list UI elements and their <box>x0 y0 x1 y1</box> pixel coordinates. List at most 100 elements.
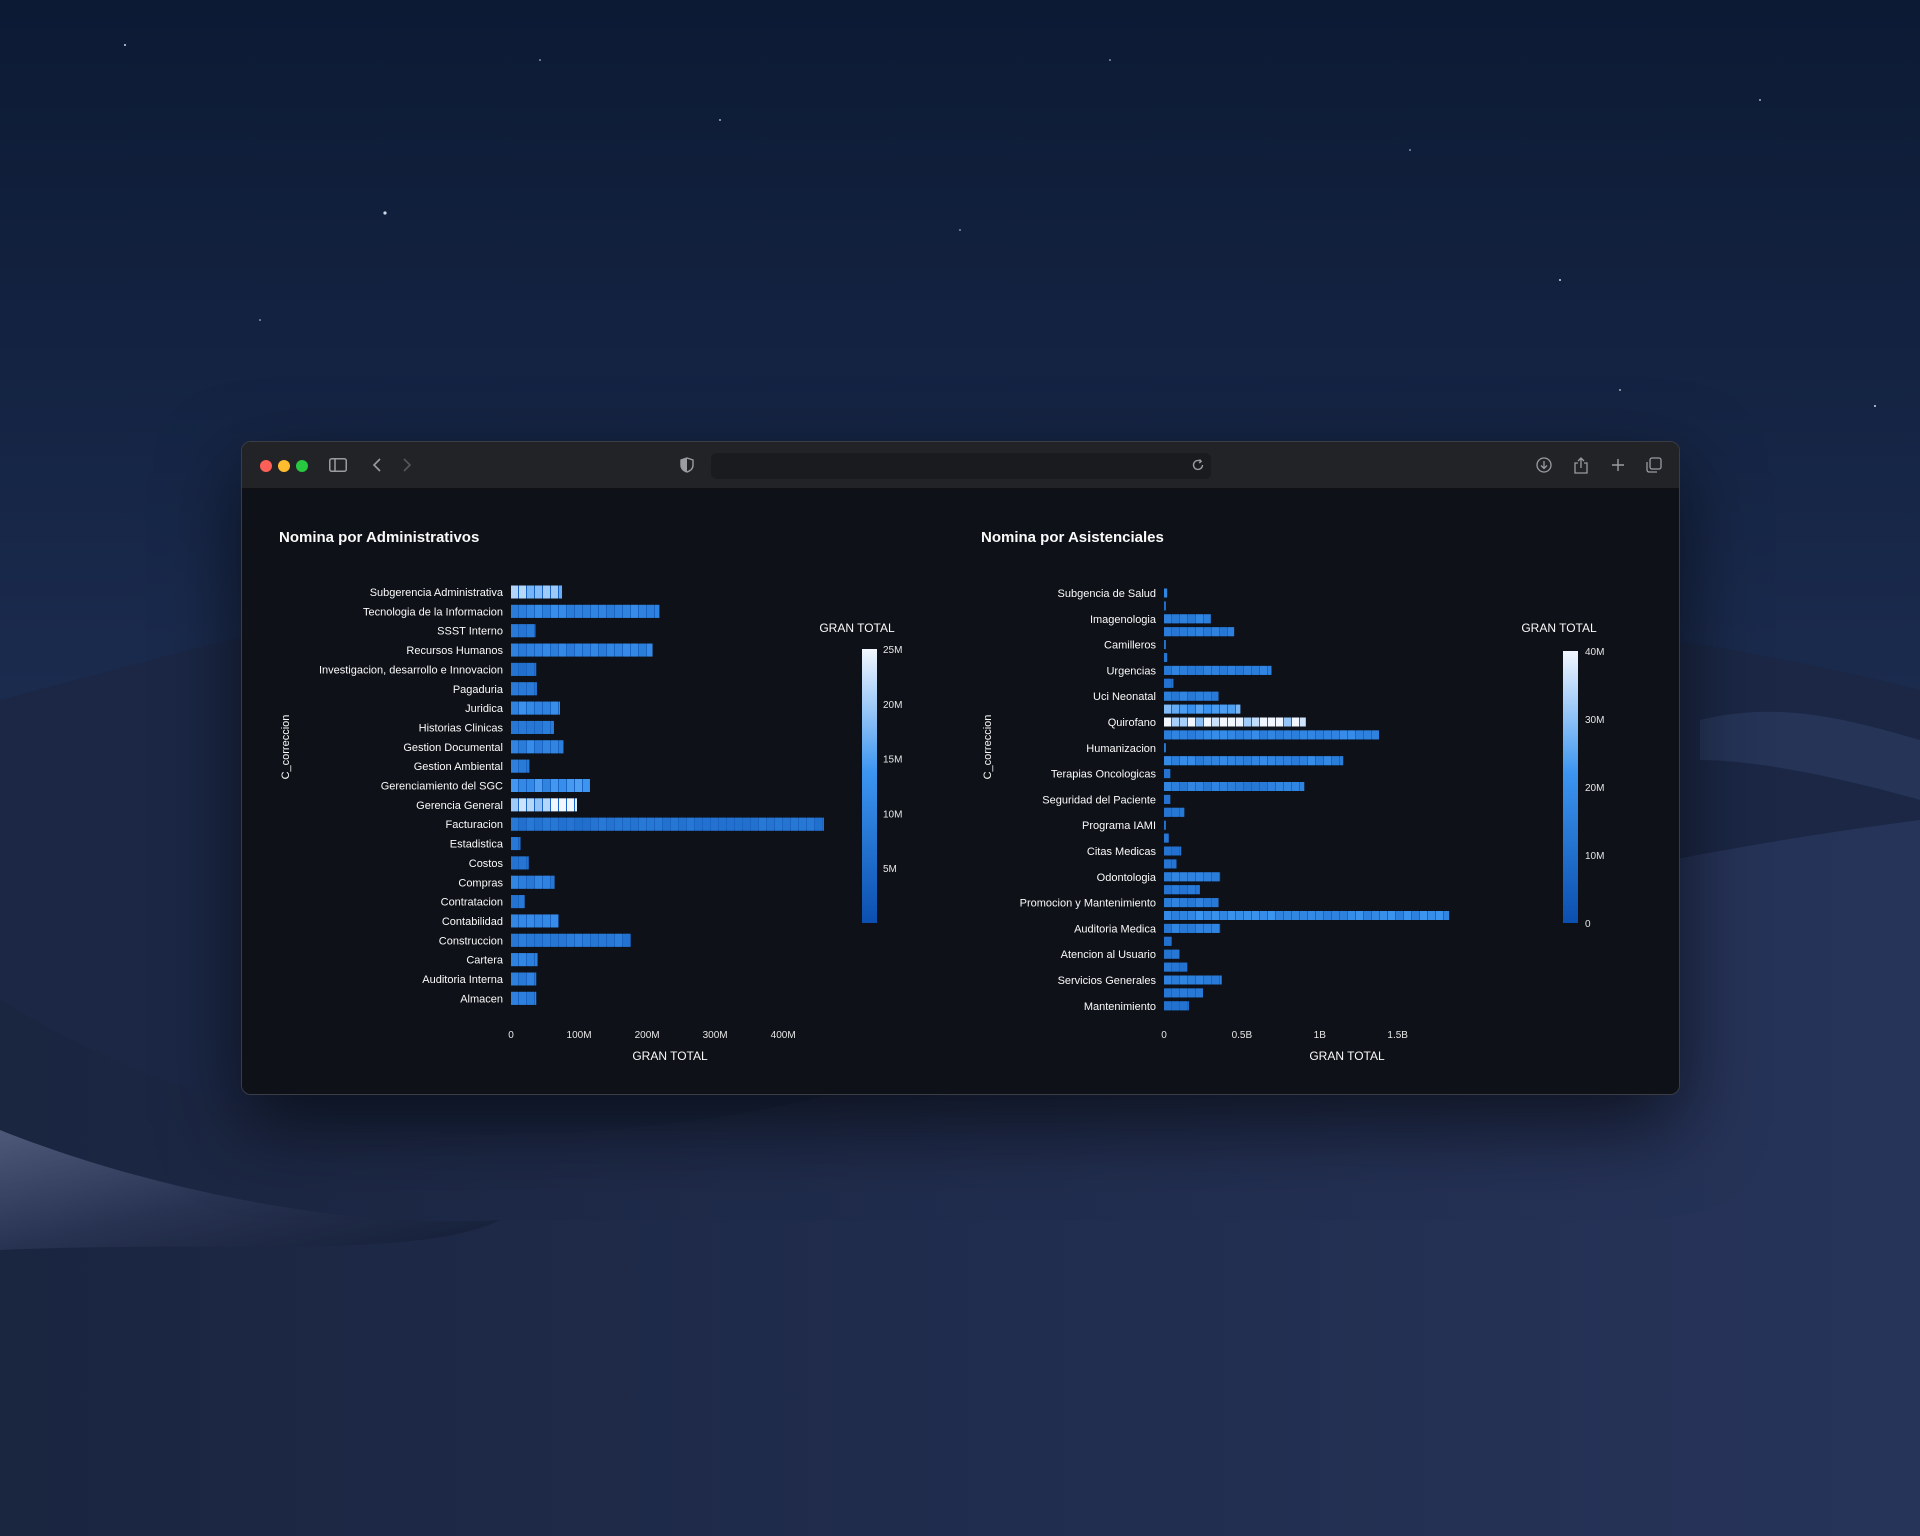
chart1-ylabel: C_correccion <box>280 715 292 780</box>
chart1-xtick-label: 400M <box>771 1030 796 1041</box>
chart2-bar <box>1164 949 1180 959</box>
chart1-ytick-label: Almacen <box>460 993 503 1005</box>
chart2-xtick-label: 1B <box>1314 1030 1327 1041</box>
chart2-bar <box>1164 859 1177 869</box>
chart1-bar <box>511 740 564 754</box>
chart2-ytick-label: Promocion y Mantenimiento <box>1020 898 1156 910</box>
chart2-bar <box>1164 911 1450 920</box>
chart1-ytick-label: Pagaduria <box>453 684 504 696</box>
chart2-bar <box>1164 885 1200 895</box>
chart2-bar <box>1164 756 1344 766</box>
chart1-bar <box>511 837 521 851</box>
chart2-bar <box>1164 743 1166 753</box>
chart2-bar <box>1164 627 1235 637</box>
chart2-bar <box>1164 640 1166 650</box>
chart1-ytick-label: Juridica <box>465 703 504 715</box>
chart2-bar <box>1164 769 1171 779</box>
back-icon[interactable] <box>365 454 389 476</box>
chart2-bar <box>1164 794 1171 804</box>
chart1-xtick-label: 300M <box>703 1030 728 1041</box>
chart1-ytick-label: Contratacion <box>441 897 503 909</box>
chart2-bar <box>1164 704 1241 714</box>
chart2-bar <box>1164 717 1306 727</box>
chart1-ytick-label: Facturacion <box>446 819 503 831</box>
chart1-bar <box>511 856 529 870</box>
chart2-bar <box>1164 988 1203 998</box>
chart1-ytick-label: Investigacion, desarrollo e Innovacion <box>319 664 503 676</box>
chart2-xlabel: GRAN TOTAL <box>1309 1049 1385 1063</box>
chart2-colorbar <box>1563 651 1578 923</box>
chart2-plot: Subgencia de Salud Imagenologia Camilleros… <box>1020 588 1605 1041</box>
chart2-colorbar-title: GRAN TOTAL <box>1521 621 1597 635</box>
chart2-bar <box>1164 846 1182 856</box>
chart2-bar <box>1164 872 1221 882</box>
chart2-xtick-label: 0 <box>1161 1030 1167 1041</box>
chart1-ytick-label: Contabilidad <box>442 916 503 928</box>
chart2-ytick-label: Citas Medicas <box>1087 846 1157 858</box>
chart1-ytick-label: Historias Clinicas <box>419 722 504 734</box>
zoom-window-button[interactable] <box>296 460 308 472</box>
download-icon[interactable] <box>1532 454 1556 476</box>
chart2-xtick-label: 1.5B <box>1387 1030 1408 1041</box>
chart2-bar <box>1164 975 1222 985</box>
chart1-xtick-label: 200M <box>635 1030 660 1041</box>
charts-canvas: Nomina por Administrativos C_correccion … <box>279 529 1605 1063</box>
chart1-bar <box>511 991 537 1005</box>
chart2-bar <box>1164 588 1168 598</box>
chart1-bar <box>511 604 660 618</box>
chart1-bar <box>511 585 563 599</box>
chart1-bar <box>511 914 559 928</box>
chart1-ytick-label: Recursos Humanos <box>406 645 503 657</box>
chart1-ytick-label: Gerenciamiento del SGC <box>381 781 503 793</box>
chart2-ytick-label: Humanizacion <box>1086 743 1156 755</box>
new-tab-icon[interactable] <box>1606 454 1630 476</box>
reload-icon[interactable] <box>1191 458 1205 477</box>
address-bar[interactable] <box>711 453 1211 479</box>
chart1-bar <box>511 662 537 676</box>
chart2-xtick-label: 0.5B <box>1232 1030 1253 1041</box>
chart2-colorbar-tick: 40M <box>1585 647 1604 658</box>
chart1-xtick-label: 100M <box>567 1030 592 1041</box>
chart2-bar <box>1164 936 1172 946</box>
chart1-bar <box>511 953 538 967</box>
chart2-bar <box>1164 678 1174 688</box>
chart2-ytick-label: Imagenologia <box>1090 614 1157 626</box>
chart2-bar <box>1164 898 1219 908</box>
chart2-ytick-label: Quirofano <box>1108 717 1156 729</box>
chart1-ytick-label: Gestion Documental <box>403 742 503 754</box>
sidebar-icon[interactable] <box>326 454 350 476</box>
chart1-plot: Subgerencia Administrativa Tecnologia de … <box>319 585 902 1041</box>
chart1-colorbar-tick: 25M <box>883 645 902 656</box>
chart1-ytick-label: Gestion Ambiental <box>414 761 503 773</box>
chart1-bar <box>511 643 653 657</box>
chart1-colorbar-tick: 20M <box>883 700 902 711</box>
shield-icon[interactable] <box>675 454 699 476</box>
chart1-bar <box>511 720 554 734</box>
minimize-window-button[interactable] <box>278 460 290 472</box>
chart1-bar <box>511 624 536 638</box>
chart2-bar <box>1164 614 1211 624</box>
chart1-bar <box>511 682 537 696</box>
forward-icon[interactable] <box>395 454 419 476</box>
chart2-bar <box>1164 1001 1189 1011</box>
chart1-xtick-label: 0 <box>508 1030 514 1041</box>
chart2-ytick-label: Seguridad del Paciente <box>1042 794 1156 806</box>
chart2-ytick-label: Uci Neonatal <box>1093 691 1156 703</box>
chart1-bar <box>511 817 824 831</box>
chart2-ytick-label: Urgencias <box>1106 665 1156 677</box>
chart2-bar <box>1164 782 1305 791</box>
chart2-ytick-label: Camilleros <box>1104 640 1156 652</box>
chart2-ytick-label: Subgencia de Salud <box>1058 588 1156 600</box>
chart2-bar <box>1164 962 1188 972</box>
chart1-bar <box>511 759 530 773</box>
tabs-overview-icon[interactable] <box>1642 454 1666 476</box>
share-icon[interactable] <box>1569 454 1593 476</box>
close-window-button[interactable] <box>260 460 272 472</box>
chart1-colorbar-title: GRAN TOTAL <box>819 621 895 635</box>
chart2-colorbar-tick: 10M <box>1585 851 1604 862</box>
chart1-title: Nomina por Administrativos <box>279 529 479 546</box>
chart1-bar <box>511 798 578 812</box>
chart1-ytick-label: Gerencia General <box>416 800 503 812</box>
chart1-ytick-label: Construccion <box>439 935 503 947</box>
chart2-ytick-label: Odontologia <box>1097 872 1157 884</box>
